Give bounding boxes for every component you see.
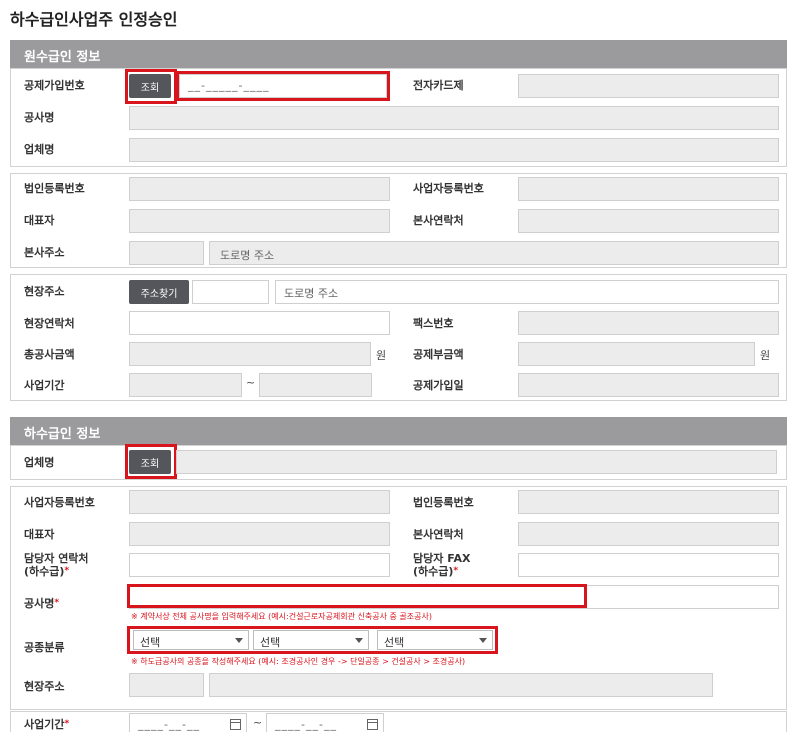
total-cost-label: 총공사금액 <box>24 348 75 361</box>
work-category-label: 공종분류 <box>24 641 65 654</box>
manager-fax-label: 담당자 FAX (하수급)* <box>413 552 470 578</box>
fax-field <box>518 311 779 335</box>
membership-date-field <box>518 373 779 397</box>
fax-label: 팩스번호 <box>413 317 454 330</box>
site-contact-input[interactable] <box>129 311 390 335</box>
membership-no-input[interactable]: __-_____-____ <box>179 74 387 98</box>
select-1-value: 선택 <box>140 636 161 649</box>
required-mark: * <box>54 598 60 608</box>
corp-reg-no-label: 법인등록번호 <box>24 182 85 195</box>
sub-site-address-field <box>209 673 713 697</box>
sub-corp-reg-no-field <box>518 490 779 514</box>
subcontractor-section-header: 하수급인 정보 <box>10 417 787 445</box>
project-name-label: 공사명 <box>24 111 55 124</box>
period-end-field <box>259 373 372 397</box>
manager-contact-input[interactable] <box>129 553 390 577</box>
required-mark: * <box>64 566 70 576</box>
sub-corp-reg-no-label: 법인등록번호 <box>413 496 474 509</box>
hq-address-label: 본사주소 <box>24 246 65 259</box>
subcontractor-period-panel <box>10 711 787 732</box>
manager-fax-label-line1: 담당자 FAX <box>413 552 471 565</box>
ecard-field <box>518 74 779 98</box>
deduction-amount-field <box>518 342 755 366</box>
sub-project-period-label: 사업기간* <box>24 718 69 731</box>
total-cost-field <box>129 342 371 366</box>
sub-ceo-field <box>129 522 390 546</box>
manager-contact-label: 담당자 연락처 (하수급)* <box>24 552 89 578</box>
biz-reg-no-field <box>518 177 779 201</box>
total-cost-unit: 원 <box>376 349 387 362</box>
project-name-field <box>129 106 779 130</box>
select-2-value: 선택 <box>260 636 281 649</box>
required-mark: * <box>64 719 70 729</box>
sub-period-start-value: ____-__-__ <box>138 718 200 731</box>
sub-project-name-label: 공사명* <box>24 597 59 610</box>
sub-project-period-text: 사업기간 <box>24 718 65 731</box>
site-zipcode-input[interactable] <box>192 280 269 304</box>
required-mark: * <box>453 566 459 576</box>
manager-fax-label-line2: (하수급) <box>413 565 454 578</box>
project-name-note: ※ 계약서상 전체 공사명을 입력해주세요 (예시:건설근로자공제회관 신축공사… <box>131 612 432 621</box>
work-category-select-3[interactable]: 선택 <box>377 630 493 650</box>
hq-zipcode-field <box>129 241 204 265</box>
site-road-address-input[interactable]: 도로명 주소 <box>275 280 779 304</box>
company-name-label: 업체명 <box>24 143 55 156</box>
chevron-down-icon <box>355 638 363 643</box>
calendar-icon[interactable] <box>367 719 378 730</box>
deduction-amount-label: 공제부금액 <box>413 348 464 361</box>
calendar-icon[interactable] <box>230 719 241 730</box>
deduction-amount-unit: 원 <box>760 349 771 362</box>
sub-hq-contact-label: 본사연락처 <box>413 528 464 541</box>
work-category-select-1[interactable]: 선택 <box>133 630 249 650</box>
company-name-field <box>129 138 779 162</box>
corp-reg-no-field <box>129 177 390 201</box>
subcontractor-lookup-button[interactable]: 조회 <box>129 450 171 474</box>
membership-no-label: 공제가입번호 <box>24 79 85 92</box>
sub-period-tilde: ~ <box>253 716 263 729</box>
sub-company-name-field <box>176 450 777 474</box>
contractor-section-header: 원수급인 정보 <box>10 40 787 68</box>
ecard-label: 전자카드제 <box>413 79 464 92</box>
site-address-label: 현장주소 <box>24 285 65 298</box>
sub-hq-contact-field <box>518 522 779 546</box>
sub-period-end-value: ____-__-__ <box>275 718 337 731</box>
hq-contact-field <box>518 209 779 233</box>
sub-site-zipcode-field <box>129 673 204 697</box>
sub-project-name-highlight-box <box>127 584 587 608</box>
work-category-select-2[interactable]: 선택 <box>253 630 369 650</box>
sub-biz-reg-no-field <box>129 490 390 514</box>
ceo-field <box>129 209 390 233</box>
ceo-label: 대표자 <box>24 214 55 227</box>
site-contact-label: 현장연락처 <box>24 317 75 330</box>
hq-contact-label: 본사연락처 <box>413 214 464 227</box>
chevron-down-icon <box>235 638 243 643</box>
period-start-field <box>129 373 242 397</box>
hq-road-address-field: 도로명 주소 <box>209 241 779 265</box>
membership-date-label: 공제가입일 <box>413 379 464 392</box>
sub-ceo-label: 대표자 <box>24 528 55 541</box>
project-period-label: 사업기간 <box>24 379 65 392</box>
contractor-lookup-button[interactable]: 조회 <box>129 74 171 98</box>
work-category-note: ※ 하도급공사의 공종을 작성해주세요 (예시: 조경공사인 경우 -> 단일공… <box>131 657 466 666</box>
chevron-down-icon <box>479 638 487 643</box>
biz-reg-no-label: 사업자등록번호 <box>413 182 484 195</box>
page-title: 하수급인사업주 인정승인 <box>10 10 178 29</box>
manager-contact-label-line2: (하수급) <box>24 565 65 578</box>
sub-period-start-input[interactable]: ____-__-__ <box>129 713 247 732</box>
period-tilde: ~ <box>246 376 256 389</box>
sub-biz-reg-no-label: 사업자등록번호 <box>24 496 95 509</box>
select-3-value: 선택 <box>384 636 405 649</box>
address-search-button[interactable]: 주소찾기 <box>129 280 189 304</box>
manager-fax-input[interactable] <box>518 553 779 577</box>
sub-period-end-input[interactable]: ____-__-__ <box>266 713 384 732</box>
sub-project-name-text: 공사명 <box>24 597 55 610</box>
sub-company-name-label: 업체명 <box>24 456 55 469</box>
manager-contact-label-line1: 담당자 연락처 <box>24 552 89 565</box>
sub-site-address-label: 현장주소 <box>24 680 65 693</box>
